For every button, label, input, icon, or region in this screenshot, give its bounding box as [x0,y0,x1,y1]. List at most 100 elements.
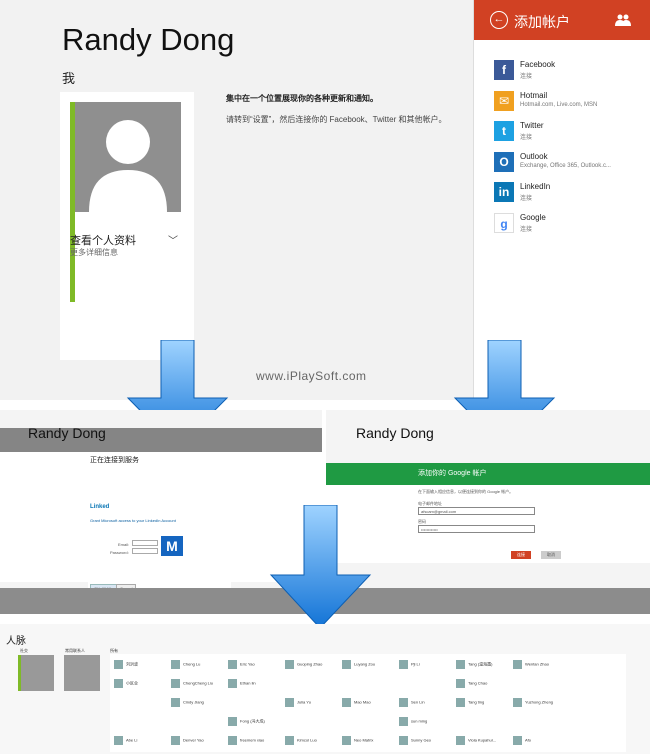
connecting-label: 正在连接到服务 [90,457,139,464]
password-field[interactable]: •••••••••••• [418,525,535,533]
contact-item[interactable]: Denver Yao [171,736,204,745]
account-name: Outlook [520,151,548,161]
back-arrow-icon[interactable]: ← [490,11,508,29]
contact-item[interactable]: Ethan lin [228,679,256,688]
profile-card[interactable]: 查看个人资料 ﹀ 更多详细信息 [60,92,194,360]
people-icon [615,14,631,26]
contact-name: Julia Yu [297,699,311,705]
account-subtitle: 连接 [520,135,533,141]
contact-item[interactable]: Viola Kupahur... [456,736,496,745]
contact-avatar [114,679,123,688]
contact-item[interactable]: ChengCheng Liu [171,679,213,688]
account-item-linkedin[interactable]: in LinkedIn 连接 [494,182,644,208]
contact-name: Tang Chao [468,680,488,686]
contact-item[interactable]: Eric Yao [228,660,255,669]
contact-name: Cheng Lu [183,661,201,667]
contact-item[interactable]: Cindy Jiang [171,698,204,707]
account-name: Google [520,212,546,222]
contact-item[interactable]: Fong (冯大成) [228,717,265,726]
contact-item[interactable]: Wentan Zhao [513,660,549,669]
contact-name: Eric Yao [240,661,255,667]
facebook-icon: f [494,60,514,80]
contact-name: Neo Matrix [354,737,374,743]
account-name: Hotmail [520,90,548,100]
connect-button[interactable]: 连接 [511,551,531,559]
contact-name: 刘洪波 [126,661,138,667]
contact-name: freemem xiao [240,737,265,743]
email-field[interactable] [132,540,158,546]
account-name: Twitter [520,121,544,130]
avatar [75,102,181,212]
contact-item[interactable]: Abe Li [114,736,137,745]
contact-item[interactable]: Cheng Lu [171,660,200,669]
contact-avatar [342,660,351,669]
hotmail-icon: ✉ [494,90,514,111]
contact-item[interactable]: Kimcol Luo [285,736,317,745]
account-subtitle: 连接 [520,196,533,202]
contact-avatar [228,679,237,688]
cancel-button[interactable]: 取消 [541,551,561,559]
account-item-google[interactable]: g Google 连接 [494,212,644,239]
contact-name: Wentan Zhao [525,661,549,667]
contact-avatar [399,660,408,669]
view-profile-label[interactable]: 查看个人资料 [70,232,136,248]
outlook-icon: O [494,151,514,172]
linkedin-login-form: Linked Grant Microsoft access to your Li… [88,504,231,596]
contact-name: Tang ting [468,699,485,705]
down-arrow-icon [269,505,372,629]
contact-name: Guoping Zhao [297,661,323,667]
password-label: Password: [110,550,129,555]
contact-item[interactable]: freemem xiao [228,736,264,745]
social-label: 社交 [20,648,28,653]
contact-item[interactable]: Yuzhong Zheng [513,698,553,707]
contact-name: Pji Li [411,661,420,667]
contact-avatar [171,736,180,745]
frequent-label: 常用联系人 [65,648,85,653]
contact-item[interactable]: 刘洪波 [114,660,138,669]
grant-text: Grant Microsoft access to your LinkedIn … [90,518,176,523]
contacts-grid: 刘洪波 Cheng Lu Eric Yao Guoping Zhao Luyang Zo… [110,654,626,752]
contact-item[interactable]: Tang (温海霞) [456,660,492,669]
account-item-twitter[interactable]: t Twitter 连接 [494,121,644,147]
contact-item[interactable]: Sen Lin [399,698,425,707]
account-item-facebook[interactable]: f Facebook 连接 [494,60,644,86]
contact-avatar [228,660,237,669]
contact-avatar [114,736,123,745]
contact-item[interactable]: Mao Mao [342,698,371,707]
chevron-down-icon[interactable]: ﹀ [168,232,178,247]
microsoft-logo: M [161,536,183,556]
contact-item[interactable]: Tang Chao [456,679,487,688]
contact-name: Fong (冯大成) [240,718,265,724]
contact-item[interactable]: 小区业 [114,679,138,688]
contact-item[interactable]: Luyang Zou [342,660,375,669]
contact-avatar [513,698,522,707]
contact-name: Abe Li [126,737,138,743]
notification-message: 集中在一个位置展现你的各种更新和通知。 [226,94,378,103]
password-field[interactable] [132,548,158,554]
contact-avatar [513,660,522,669]
contact-item[interactable]: Guoping Zhao [285,660,322,669]
contact-name: Viola Kupahur... [468,737,497,743]
contact-item[interactable]: Neo Matrix [342,736,373,745]
account-subtitle: 连接 [520,226,533,233]
contact-avatar [285,736,294,745]
account-item-outlook[interactable]: O Outlook Exchange, Office 365, Outlook.c.… [494,151,644,178]
contact-item[interactable]: sun ming [399,717,427,726]
contact-item[interactable]: Tang ting [456,698,484,707]
contact-name: Afo [525,737,532,743]
frequent-tile[interactable] [64,655,100,691]
contact-avatar [342,698,351,707]
contact-avatar [456,698,465,707]
contact-item[interactable]: Julia Yu [285,698,311,707]
contact-item[interactable]: Sunny Geo [399,736,431,745]
add-account-title: 添加帐户 [514,14,570,30]
me-tile[interactable] [18,655,54,691]
contact-item[interactable]: Afo [513,736,531,745]
contact-avatar [456,660,465,669]
contact-item[interactable]: Pji Li [399,660,420,669]
email-field[interactable]: afscam@gmail.com [418,507,535,515]
contact-avatar [285,698,294,707]
account-item-hotmail[interactable]: ✉ Hotmail Hotmail.com, Live.com, MSN [494,90,644,117]
settings-hint: 请转到“设置”，然后连接你的 Facebook、Twitter 和其他帐户。 [226,115,447,124]
google-connect-screen: Randy Dong 添加你的 Google 帐户 在下面输入相应信息，以便连接… [326,410,650,588]
